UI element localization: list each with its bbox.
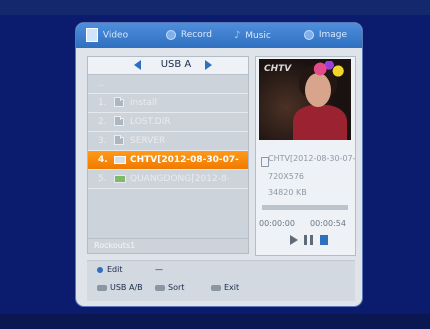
file-resolution: 720X576: [268, 172, 305, 181]
item-name: LOST.DIR: [130, 117, 171, 127]
list-item-up[interactable]: ..: [88, 75, 248, 94]
list-item[interactable]: 1. install: [88, 94, 248, 113]
key-icon: [97, 284, 107, 291]
list-footer: Rockouts1: [88, 238, 248, 253]
bezel-top: [0, 0, 430, 15]
hint-exit[interactable]: Exit: [211, 283, 239, 292]
hint-sort-label: Sort: [168, 283, 185, 292]
video-file-icon: [114, 175, 126, 183]
hint-bar: Edit — USB A/B Sort Exit: [87, 260, 355, 301]
list-item[interactable]: 5. QUANGDONG[2012-8-: [88, 170, 248, 189]
file-list-panel: USB A .. 1. install 2. LOST.DIR 3. SERVE…: [87, 56, 249, 254]
item-number: 3.: [98, 136, 107, 146]
media-player-window: Video Record ♪ Music Image USB A .. 1. i…: [76, 23, 362, 306]
item-name: install: [130, 98, 157, 108]
tab-image[interactable]: Image: [304, 28, 347, 43]
tab-video[interactable]: Video: [86, 28, 128, 43]
record-icon: [166, 29, 176, 40]
hint-sort[interactable]: Sort: [155, 283, 184, 292]
list-item[interactable]: 3. SERVER: [88, 132, 248, 151]
pause-icon[interactable]: [304, 235, 313, 245]
key-icon: [211, 284, 221, 291]
image-icon: [304, 29, 314, 40]
key-icon: [155, 284, 165, 291]
footer-label: Rockouts1: [94, 241, 136, 250]
list-item-selected[interactable]: 4. CHTV[2012-08-30-07-: [88, 151, 248, 170]
hint-edit-label: Edit: [107, 265, 123, 274]
tab-video-label: Video: [102, 30, 129, 41]
hint-edit[interactable]: Edit: [97, 265, 123, 274]
playback-progress[interactable]: [262, 205, 348, 210]
tab-record-label: Record: [180, 30, 212, 40]
tab-record[interactable]: Record: [166, 28, 212, 43]
item-name: QUANGDONG[2012-8-: [130, 174, 230, 184]
time-current: 00:00:00: [259, 219, 295, 228]
parent-dir-label: ..: [98, 79, 104, 89]
preview-panel: CHTV CHTV[2012-08-30-07- 720X576 34820 K…: [255, 56, 356, 256]
hint-exit-label: Exit: [224, 283, 240, 292]
hint-minus: —: [155, 265, 163, 274]
stop-icon[interactable]: [320, 235, 328, 245]
music-note-icon: ♪: [234, 30, 241, 41]
media-tabbar: Video Record ♪ Music Image: [76, 23, 362, 48]
video-icon: [86, 28, 98, 42]
preview-figure: [293, 105, 347, 140]
tab-music-label: Music: [245, 31, 271, 41]
tab-music[interactable]: ♪ Music: [234, 28, 271, 43]
time-total: 00:00:54: [310, 219, 346, 228]
channel-logo: CHTV: [264, 64, 292, 74]
hint-usb-ab-label: USB A/B: [110, 283, 143, 292]
video-preview: CHTV: [259, 59, 351, 140]
video-file-icon: [114, 156, 126, 164]
arrow-right-icon[interactable]: [205, 60, 212, 70]
bezel-bottom: [0, 314, 430, 329]
item-name: SERVER: [130, 136, 166, 146]
usb-label: USB A: [160, 59, 192, 70]
item-name: CHTV[2012-08-30-07-: [130, 155, 239, 165]
play-icon[interactable]: [290, 235, 298, 245]
hint-usb-ab[interactable]: USB A/B: [97, 283, 143, 292]
folder-icon: [114, 116, 124, 126]
folder-icon: [114, 135, 124, 145]
blue-key-icon: [97, 266, 103, 273]
preview-flowers: [313, 61, 349, 81]
arrow-left-icon[interactable]: [134, 60, 141, 70]
minus-icon: —: [155, 265, 163, 274]
item-number: 5.: [98, 174, 107, 184]
item-number: 1.: [98, 98, 107, 108]
tab-image-label: Image: [318, 30, 348, 40]
folder-icon: [114, 97, 124, 107]
file-size: 34820 KB: [268, 188, 307, 197]
file-name: CHTV[2012-08-30-07-: [268, 154, 356, 163]
item-number: 2.: [98, 117, 107, 127]
usb-selector[interactable]: USB A: [88, 57, 248, 75]
list-item[interactable]: 2. LOST.DIR: [88, 113, 248, 132]
item-number: 4.: [98, 155, 108, 165]
